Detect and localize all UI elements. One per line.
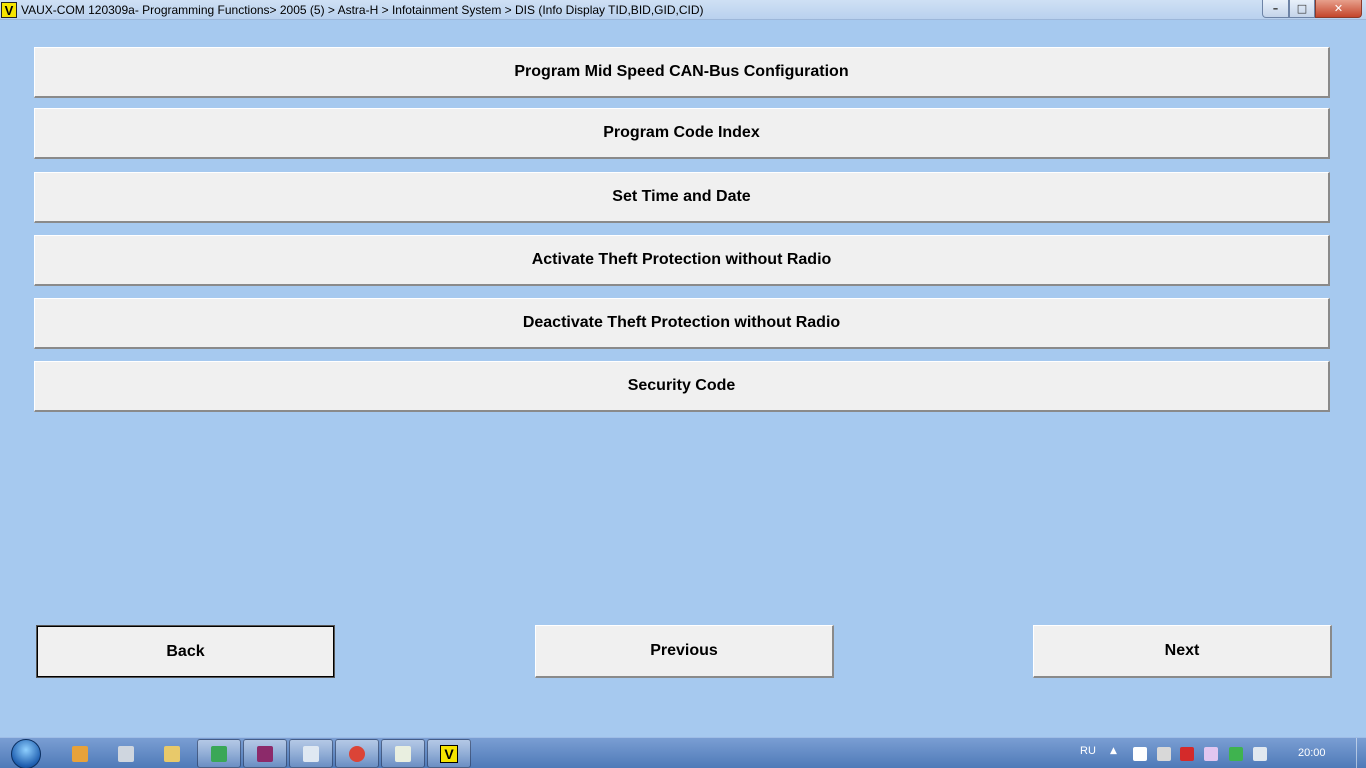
- restore-icon: □: [1296, 2, 1308, 15]
- app-icon[interactable]: V: [1, 2, 17, 18]
- chrome-icon: [349, 745, 365, 762]
- video-editor-icon: [118, 745, 134, 762]
- windows-start-icon: [11, 738, 41, 768]
- taskbar-vauxcom[interactable]: V: [427, 739, 471, 768]
- minimize-icon: –: [1272, 2, 1279, 15]
- set-time-and-date-button[interactable]: Set Time and Date: [34, 172, 1330, 223]
- notepad-icon: [303, 745, 319, 762]
- windows-flag-icon[interactable]: [1133, 747, 1147, 761]
- activate-theft-protection-button[interactable]: Activate Theft Protection without Radio: [34, 235, 1330, 286]
- vauxcom-icon: V: [440, 744, 458, 763]
- taskbar-drive[interactable]: [197, 739, 241, 768]
- security-shield-icon[interactable]: [1229, 747, 1243, 761]
- media-player-icon: [72, 745, 88, 762]
- taskbar-video-editor[interactable]: [104, 739, 148, 768]
- taskbar-notepad[interactable]: [289, 739, 333, 768]
- display-icon[interactable]: [1204, 747, 1218, 761]
- language-indicator[interactable]: RU: [1080, 745, 1096, 757]
- program-code-index-button[interactable]: Program Code Index: [34, 108, 1330, 159]
- antivirus-icon[interactable]: [1180, 747, 1194, 761]
- window-title: VAUX-COM 120309a- Programming Functions>…: [21, 3, 704, 17]
- next-button[interactable]: Next: [1033, 625, 1332, 678]
- taskbar: V RU ▲ 20:00: [0, 737, 1366, 768]
- start-button[interactable]: [6, 738, 46, 768]
- window-app-icon: [395, 745, 411, 762]
- winrar-icon: [257, 745, 273, 762]
- program-mid-speed-can-bus-button[interactable]: Program Mid Speed CAN-Bus Configuration: [34, 47, 1330, 98]
- taskbar-winrar[interactable]: [243, 739, 287, 768]
- taskbar-file-explorer[interactable]: [150, 739, 194, 768]
- clock[interactable]: 20:00: [1298, 747, 1326, 759]
- security-code-button[interactable]: Security Code: [34, 361, 1330, 412]
- taskbar-media-player[interactable]: [58, 739, 102, 768]
- taskbar-chrome[interactable]: [335, 739, 379, 768]
- close-icon: ✕: [1333, 2, 1344, 15]
- restore-button[interactable]: □: [1289, 0, 1315, 18]
- show-desktop-button[interactable]: [1356, 738, 1366, 768]
- back-button[interactable]: Back: [36, 625, 335, 678]
- taskbar-window-app[interactable]: [381, 739, 425, 768]
- close-button[interactable]: ✕: [1315, 0, 1362, 18]
- file-explorer-icon: [164, 745, 180, 762]
- title-bar: V VAUX-COM 120309a- Programming Function…: [0, 0, 1366, 20]
- usb-device-icon[interactable]: [1157, 747, 1171, 761]
- tray-overflow-icon[interactable]: ▲: [1110, 746, 1117, 756]
- minimize-button[interactable]: –: [1262, 0, 1289, 18]
- network-signal-icon[interactable]: [1253, 747, 1267, 761]
- drive-icon: [211, 745, 227, 762]
- previous-button[interactable]: Previous: [535, 625, 834, 678]
- deactivate-theft-protection-button[interactable]: Deactivate Theft Protection without Radi…: [34, 298, 1330, 349]
